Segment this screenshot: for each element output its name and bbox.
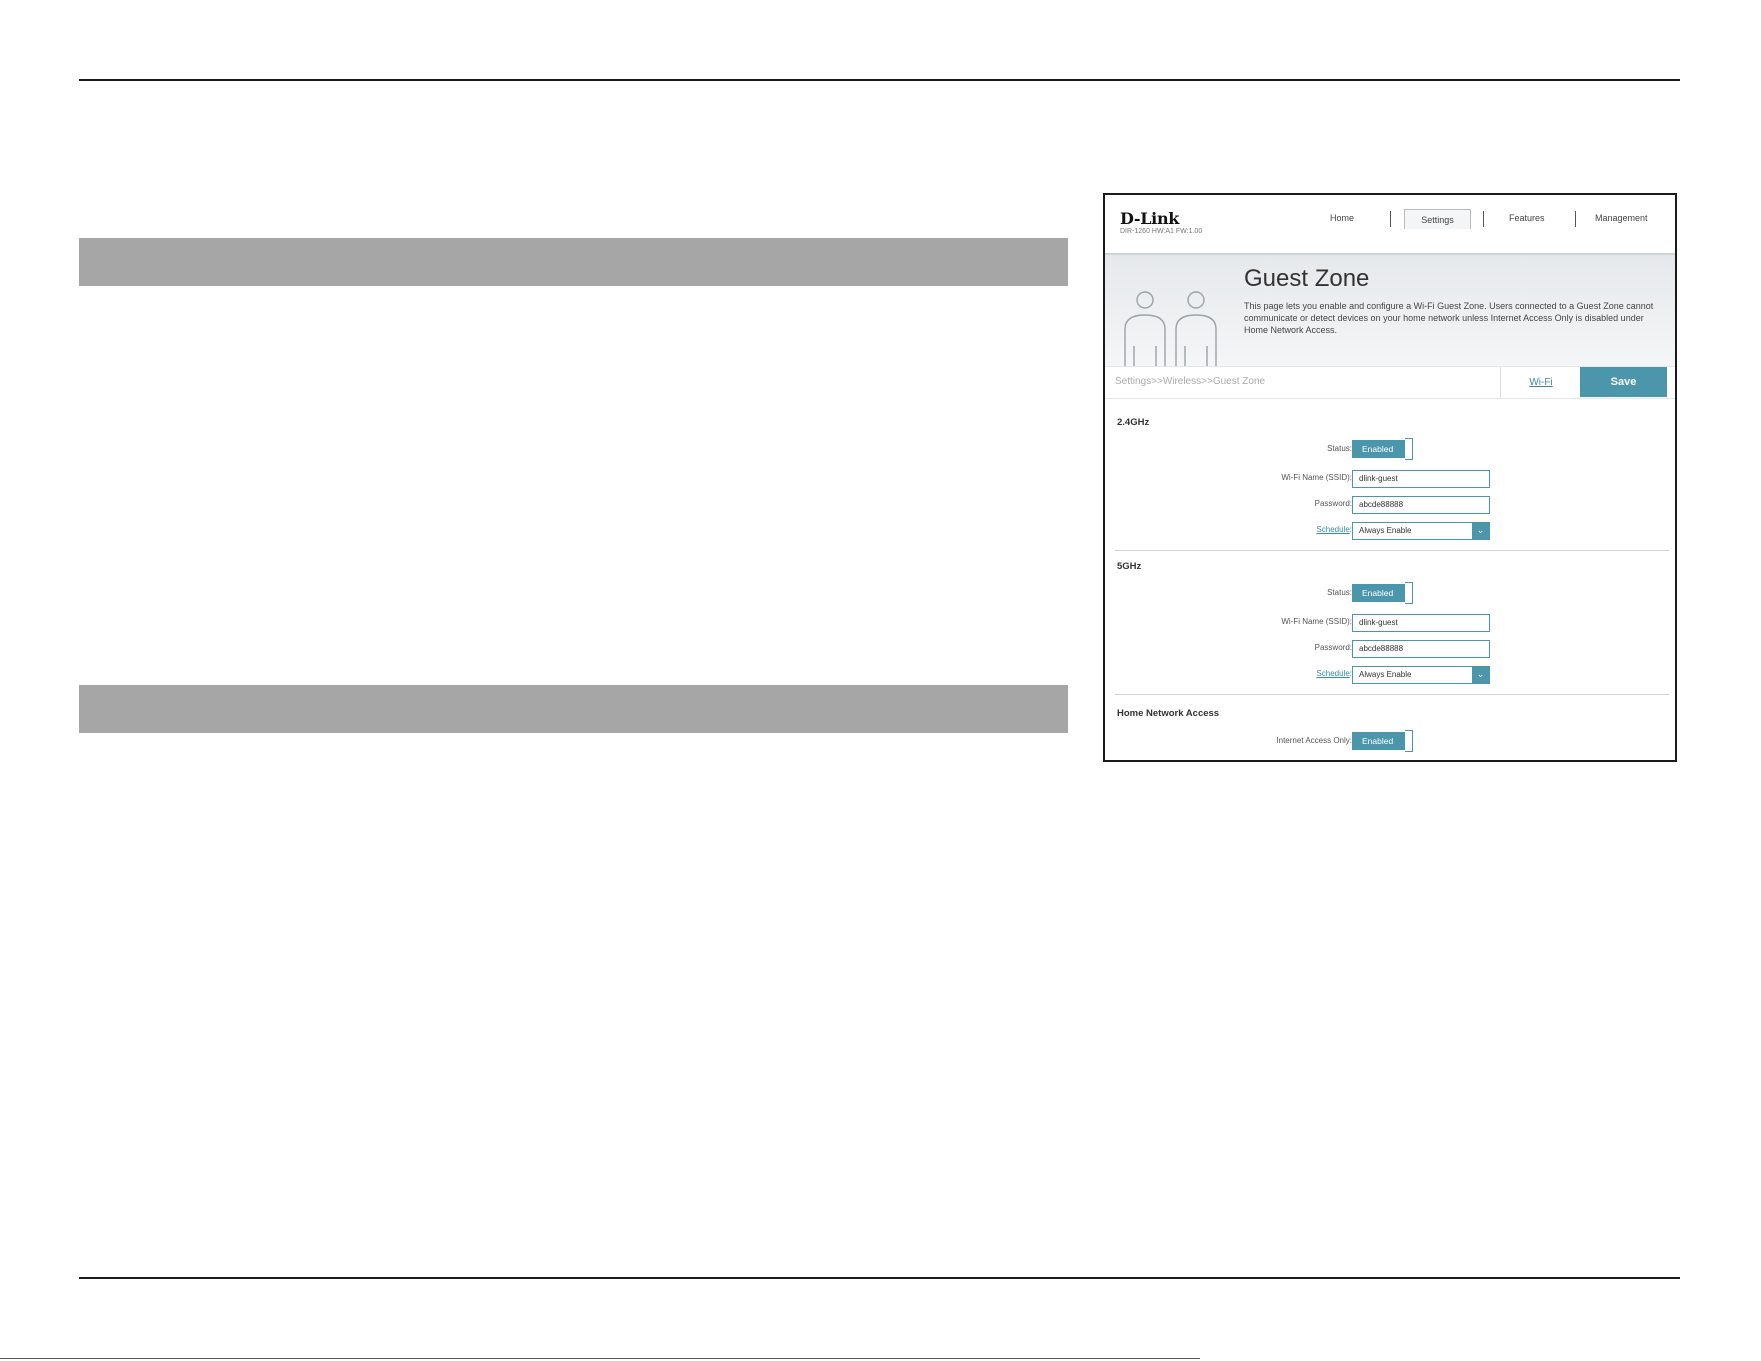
- router-header: D-Link DIR-1260 HW:A1 FW:1.00 Home Setti…: [1105, 195, 1675, 253]
- nav-separator: [1575, 211, 1576, 227]
- schedule-label: Schedule:: [1316, 669, 1352, 678]
- ssid-input-5ghz[interactable]: dlink-guest: [1352, 614, 1490, 632]
- internet-only-label: Internet Access Only:: [1276, 736, 1352, 745]
- nav-home[interactable]: Home: [1330, 213, 1354, 223]
- router-ui-screenshot: D-Link DIR-1260 HW:A1 FW:1.00 Home Setti…: [1103, 193, 1677, 762]
- status-toggle-5ghz[interactable]: Enabled: [1352, 584, 1405, 602]
- toggle-knob[interactable]: [1405, 730, 1413, 752]
- password-label: Password:: [1314, 643, 1352, 652]
- page-banner: Guest Zone This page lets you enable and…: [1105, 253, 1675, 368]
- section-divider: [1115, 694, 1669, 695]
- password-input-5ghz[interactable]: abcde88888: [1352, 640, 1490, 658]
- status-toggle-24ghz[interactable]: Enabled: [1352, 440, 1405, 458]
- nav-management[interactable]: Management: [1595, 213, 1648, 223]
- section-title-24ghz: 2.4GHz: [1117, 417, 1150, 428]
- nav-separator: [1390, 211, 1391, 227]
- guest-users-icon: [1124, 291, 1217, 366]
- schedule-select-5ghz[interactable]: Always Enable ⌄: [1352, 666, 1490, 684]
- footer-rule: [0, 1358, 1200, 1359]
- top-rule: [79, 79, 1680, 81]
- schedule-value: Always Enable: [1359, 670, 1412, 679]
- ssid-input-24ghz[interactable]: dlink-guest: [1352, 470, 1490, 488]
- save-button[interactable]: Save: [1580, 367, 1667, 397]
- section-heading-bar-2: [79, 685, 1068, 733]
- schedule-link-24ghz[interactable]: Schedule: [1316, 525, 1349, 534]
- schedule-link-5ghz[interactable]: Schedule: [1316, 669, 1349, 678]
- password-input-24ghz[interactable]: abcde88888: [1352, 496, 1490, 514]
- ssid-label: Wi-Fi Name (SSID):: [1281, 617, 1352, 626]
- chevron-down-icon[interactable]: ⌄: [1472, 523, 1489, 539]
- toggle-knob[interactable]: [1405, 438, 1413, 460]
- page-description: This page lets you enable and configure …: [1244, 301, 1654, 335]
- schedule-select-24ghz[interactable]: Always Enable ⌄: [1352, 522, 1490, 540]
- section-heading-bar-1: [79, 238, 1068, 286]
- breadcrumb-bar: Settings>>Wireless>>Guest Zone Wi-Fi Sav…: [1105, 366, 1675, 399]
- status-label: Status:: [1327, 444, 1352, 453]
- wifi-link[interactable]: Wi-Fi: [1500, 367, 1581, 398]
- section-title-home-access: Home Network Access: [1117, 708, 1220, 719]
- password-label: Password:: [1314, 499, 1352, 508]
- bottom-rule: [79, 1277, 1680, 1279]
- nav-separator: [1483, 211, 1484, 227]
- dlink-logo: D-Link: [1120, 209, 1180, 228]
- toggle-knob[interactable]: [1405, 582, 1413, 604]
- breadcrumb: Settings>>Wireless>>Guest Zone: [1115, 376, 1266, 387]
- schedule-label: Schedule:: [1316, 525, 1352, 534]
- status-label: Status:: [1327, 588, 1352, 597]
- ssid-label: Wi-Fi Name (SSID):: [1281, 473, 1352, 482]
- model-info: DIR-1260 HW:A1 FW:1.00: [1120, 228, 1203, 235]
- nav-settings[interactable]: Settings: [1404, 209, 1471, 229]
- internet-only-toggle[interactable]: Enabled: [1352, 732, 1405, 750]
- section-title-5ghz: 5GHz: [1117, 561, 1142, 572]
- nav-features[interactable]: Features: [1509, 213, 1545, 223]
- schedule-value: Always Enable: [1359, 526, 1412, 535]
- section-divider: [1115, 550, 1669, 551]
- chevron-down-icon[interactable]: ⌄: [1472, 667, 1489, 683]
- page-title: Guest Zone: [1244, 265, 1370, 292]
